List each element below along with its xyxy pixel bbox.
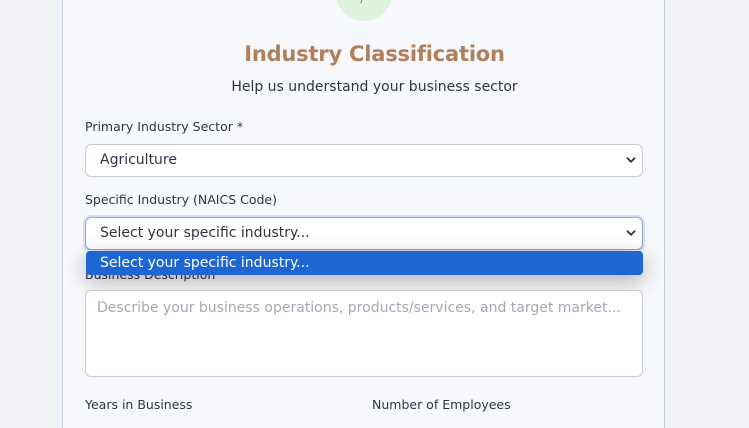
step-icon (360, 0, 366, 5)
specific-industry-label: Specific Industry (NAICS Code) (85, 192, 277, 207)
chevron-down-icon (626, 230, 636, 236)
number-of-employees-label: Number of Employees (372, 397, 511, 412)
specific-industry-select[interactable]: Select your specific industry... (85, 217, 643, 250)
chevron-down-icon (626, 157, 636, 163)
primary-industry-label: Primary Industry Sector * (85, 119, 244, 134)
business-description-textarea[interactable]: Describe your business operations, produ… (85, 290, 643, 377)
years-in-business-label: Years in Business (85, 397, 193, 412)
specific-industry-value: Select your specific industry... (100, 225, 310, 241)
page-title: Industry Classification (244, 42, 505, 66)
business-description-placeholder: Describe your business operations, produ… (97, 300, 621, 316)
specific-industry-option[interactable]: Select your specific industry... (86, 251, 643, 275)
primary-industry-select[interactable]: Agriculture (85, 144, 643, 177)
page-subtitle: Help us understand your business sector (231, 79, 518, 95)
primary-industry-value: Agriculture (100, 152, 177, 168)
